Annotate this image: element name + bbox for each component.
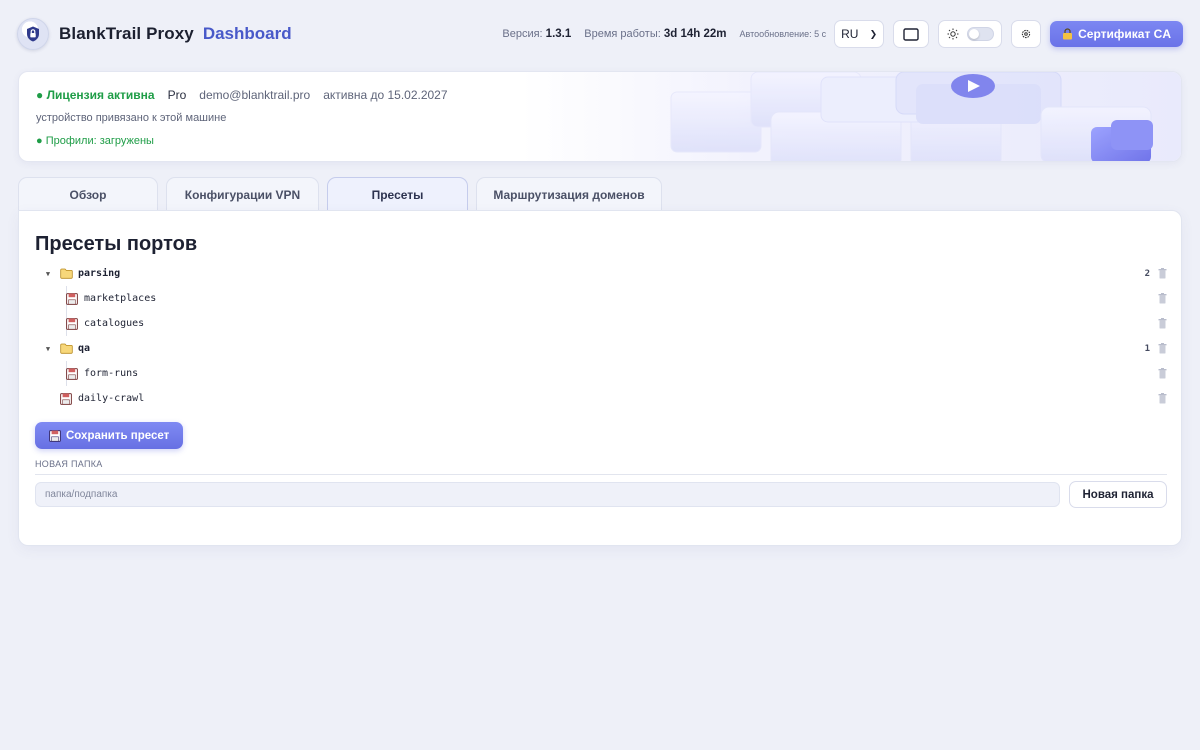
save-preset-button[interactable]: Сохранить пресет xyxy=(35,422,184,449)
language-value: RU xyxy=(841,27,859,41)
folder-count-badge: 1 xyxy=(1144,343,1150,354)
new-folder-input[interactable] xyxy=(35,482,1060,507)
app-logo-icon xyxy=(17,18,49,50)
window-mode-button[interactable] xyxy=(893,20,930,48)
chevron-down-icon: ❯ xyxy=(869,28,878,39)
ca-certificate-label: Сертификат CA xyxy=(1078,27,1171,41)
license-card: ● Лицензия активна Pro demo@blanktrail.p… xyxy=(18,71,1182,162)
profiles-status: ● Профили: загружены xyxy=(36,135,154,147)
theme-toggle[interactable] xyxy=(938,20,1003,48)
expand-arrow-icon[interactable]: ▼ xyxy=(43,345,53,353)
device-binding-note: устройство привязано к этой машине xyxy=(36,112,227,124)
sun-icon xyxy=(947,28,959,40)
main-tabs: Обзор Конфигурации VPN Пресеты Маршрутиз… xyxy=(18,177,662,211)
tab-domain-routing[interactable]: Маршрутизация доменов xyxy=(476,177,662,211)
version-info: Версия: 1.3.1 xyxy=(502,28,571,40)
folder-row[interactable]: ▼ parsing 2 xyxy=(35,261,1167,286)
floppy-disk-icon xyxy=(49,429,61,442)
uptime-info: Время работы: 3d 14h 22m xyxy=(584,28,726,40)
window-icon xyxy=(903,27,919,41)
folder-name: parsing xyxy=(78,268,121,279)
trash-icon[interactable] xyxy=(1158,368,1167,379)
expand-arrow-icon[interactable]: ▼ xyxy=(43,270,53,278)
preset-name: daily-crawl xyxy=(78,393,145,404)
trash-icon[interactable] xyxy=(1158,293,1167,304)
gear-icon xyxy=(1021,29,1031,39)
folder-actions: 2 xyxy=(1145,268,1167,279)
uptime-label: Время работы: xyxy=(584,28,661,40)
app-subtitle: Dashboard xyxy=(202,24,292,43)
trash-icon[interactable] xyxy=(1158,393,1167,404)
folder-icon xyxy=(59,268,73,280)
preset-row[interactable]: daily-crawl xyxy=(35,386,1167,411)
divider xyxy=(35,474,1167,475)
tab-presets[interactable]: Пресеты xyxy=(327,177,468,211)
settings-button[interactable] xyxy=(1011,20,1042,48)
preset-actions xyxy=(1158,318,1167,329)
save-preset-label: Сохранить пресет xyxy=(66,429,170,442)
floppy-disk-icon xyxy=(65,292,79,305)
version-value: 1.3.1 xyxy=(545,28,572,40)
floppy-disk-icon xyxy=(65,317,79,330)
preset-actions xyxy=(1158,293,1167,304)
theme-switch[interactable] xyxy=(966,27,994,41)
preset-row[interactable]: marketplaces xyxy=(35,286,1167,311)
decorative-illustration xyxy=(521,72,1181,161)
folder-name: qa xyxy=(78,343,91,354)
license-status: ● Лицензия активна xyxy=(36,88,155,102)
ca-certificate-button[interactable]: Сертификат CA xyxy=(1050,21,1183,47)
folder-actions: 1 xyxy=(1145,343,1167,354)
floppy-disk-icon xyxy=(65,367,79,380)
presets-tree: ▼ parsing 2 marketplaces catalogues ▼ qa… xyxy=(35,261,1167,411)
presets-panel: Пресеты портов ▼ parsing 2 marketplaces xyxy=(18,210,1182,546)
license-valid-until: активна до 15.02.2027 xyxy=(323,88,448,102)
trash-icon[interactable] xyxy=(1158,343,1167,354)
folder-row[interactable]: ▼ qa 1 xyxy=(35,336,1167,361)
preset-actions xyxy=(1158,393,1167,404)
trash-icon[interactable] xyxy=(1158,268,1167,279)
folder-icon xyxy=(59,343,73,355)
tab-overview[interactable]: Обзор xyxy=(18,177,158,211)
license-summary: ● Лицензия активна Pro demo@blanktrail.p… xyxy=(36,88,448,102)
new-folder-section-label: НОВАЯ ПАПКА xyxy=(35,459,103,469)
tab-vpn-configs[interactable]: Конфигурации VPN xyxy=(166,177,319,211)
license-email: demo@blanktrail.pro xyxy=(199,88,311,102)
floppy-disk-icon xyxy=(59,392,73,405)
trash-icon[interactable] xyxy=(1158,318,1167,329)
folder-count-badge: 2 xyxy=(1144,268,1150,279)
app-title: BlankTrail Proxy xyxy=(59,24,194,43)
preset-name: form-runs xyxy=(84,368,139,379)
preset-name: marketplaces xyxy=(84,293,157,304)
new-folder-button[interactable]: Новая папка xyxy=(1069,481,1167,508)
autorefresh-info: Автообновление: 5 с xyxy=(739,29,827,39)
preset-row[interactable]: form-runs xyxy=(35,361,1167,386)
preset-name: catalogues xyxy=(84,318,145,329)
language-select[interactable]: RU ❯ xyxy=(834,20,885,48)
preset-actions xyxy=(1158,368,1167,379)
license-plan: Pro xyxy=(167,88,187,102)
lock-icon xyxy=(1063,28,1073,40)
app-header: BlankTrail Proxy Dashboard Версия: 1.3.1… xyxy=(0,0,1200,68)
preset-row[interactable]: catalogues xyxy=(35,311,1167,336)
uptime-value: 3d 14h 22m xyxy=(663,28,727,40)
page-title: Пресеты портов xyxy=(35,233,198,255)
version-label: Версия: xyxy=(502,28,543,40)
